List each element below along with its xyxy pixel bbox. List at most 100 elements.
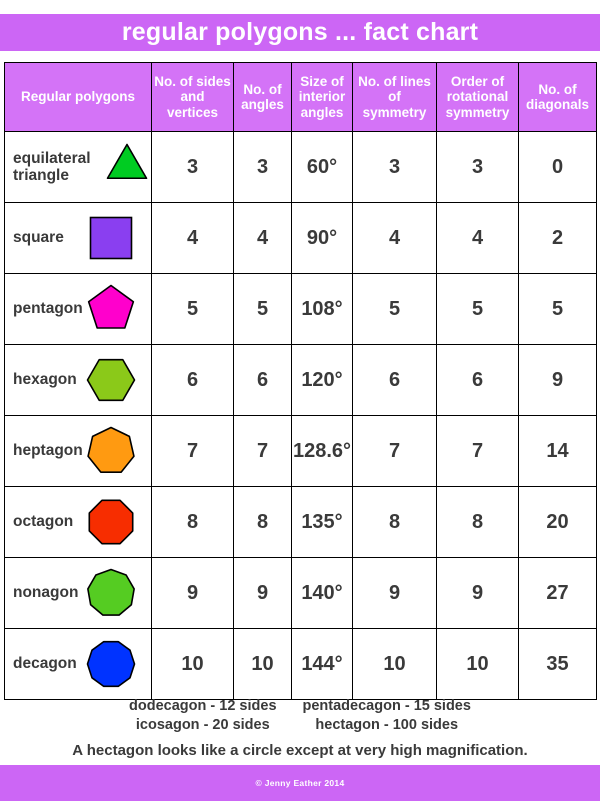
table-row: square 4 4 90° 4 4 2 xyxy=(4,202,597,274)
cell-lines-symmetry: 8 xyxy=(352,486,437,558)
hectagon-sentence: A hectagon looks like a circle except at… xyxy=(72,742,528,760)
cell-lines-symmetry: 7 xyxy=(352,415,437,487)
table-row: pentagon 5 5 108° 5 5 5 xyxy=(4,273,597,345)
polygon-name-shape-wrap: equilateral triangle xyxy=(13,132,148,202)
cell-diagonals: 9 xyxy=(518,344,597,416)
polygon-label: heptagon xyxy=(13,442,83,460)
polygon-name-cell: nonagon xyxy=(4,557,152,629)
polygon-name-cell: decagon xyxy=(4,628,152,700)
cell-sides-vertices: 6 xyxy=(151,344,234,416)
note-pentadecagon: pentadecagon - 15 sides xyxy=(302,698,471,714)
cell-interior-angle: 144° xyxy=(291,628,353,700)
column-header-rotational-symmetry: Order of rotational symmetry xyxy=(436,62,519,132)
column-header-angles: No. of angles xyxy=(233,62,292,132)
cell-interior-angle: 60° xyxy=(291,131,353,203)
column-header-interior-angle: Size of interior angles xyxy=(291,62,353,132)
cell-lines-symmetry: 9 xyxy=(352,557,437,629)
octagon-icon xyxy=(85,496,137,548)
polygon-name-shape-wrap: pentagon xyxy=(13,274,145,344)
cell-interior-angle: 140° xyxy=(291,557,353,629)
cell-sides-vertices: 8 xyxy=(151,486,234,558)
column-header-polygon: Regular polygons xyxy=(4,62,152,132)
polygon-name-cell: square xyxy=(4,202,152,274)
triangle-icon xyxy=(101,141,153,193)
table-row: heptagon 7 7 128.6° 7 7 14 xyxy=(4,415,597,487)
page-title: regular polygons ... fact chart xyxy=(121,18,479,46)
polygon-label: equilateral triangle xyxy=(13,149,91,184)
cell-sides-vertices: 5 xyxy=(151,273,234,345)
cell-rotational-symmetry: 4 xyxy=(436,202,519,274)
decagon-icon xyxy=(85,638,137,690)
polygon-fact-table: Regular polygons No. of sides and vertic… xyxy=(4,62,597,700)
cell-rotational-symmetry: 10 xyxy=(436,628,519,700)
nonagon-icon xyxy=(85,567,137,619)
cell-diagonals: 35 xyxy=(518,628,597,700)
chart-title-bar: regular polygons ... fact chart xyxy=(0,14,600,51)
polygon-name-shape-wrap: nonagon xyxy=(13,558,145,628)
table-header-row: Regular polygons No. of sides and vertic… xyxy=(4,62,597,132)
notes-column-right: pentadecagon - 15 sides hectagon - 100 s… xyxy=(303,697,471,735)
polygon-name-shape-wrap: heptagon xyxy=(13,416,145,486)
cell-rotational-symmetry: 7 xyxy=(436,415,519,487)
footer-bar: © Jenny Eather 2014 xyxy=(0,765,600,801)
polygon-label: square xyxy=(13,229,64,247)
cell-diagonals: 0 xyxy=(518,131,597,203)
cell-diagonals: 27 xyxy=(518,557,597,629)
cell-rotational-symmetry: 6 xyxy=(436,344,519,416)
cell-sides-vertices: 7 xyxy=(151,415,234,487)
cell-lines-symmetry: 10 xyxy=(352,628,437,700)
polygon-label: nonagon xyxy=(13,584,79,602)
hexagon-icon xyxy=(85,354,137,406)
cell-lines-symmetry: 3 xyxy=(352,131,437,203)
polygon-name-cell: hexagon xyxy=(4,344,152,416)
cell-angles: 9 xyxy=(233,557,292,629)
polygon-name-shape-wrap: square xyxy=(13,203,145,273)
polygon-name-shape-wrap: octagon xyxy=(13,487,145,557)
cell-interior-angle: 128.6° xyxy=(291,415,353,487)
cell-rotational-symmetry: 3 xyxy=(436,131,519,203)
column-header-lines-symmetry: No. of lines of symmetry xyxy=(352,62,437,132)
table-row: hexagon 6 6 120° 6 6 9 xyxy=(4,344,597,416)
cell-angles: 5 xyxy=(233,273,292,345)
cell-diagonals: 2 xyxy=(518,202,597,274)
column-header-diagonals: No. of diagonals xyxy=(518,62,597,132)
cell-interior-angle: 90° xyxy=(291,202,353,274)
notes-column-left: dodecagon - 12 sides icosagon - 20 sides xyxy=(129,697,276,735)
cell-diagonals: 14 xyxy=(518,415,597,487)
cell-rotational-symmetry: 5 xyxy=(436,273,519,345)
cell-interior-angle: 135° xyxy=(291,486,353,558)
cell-diagonals: 20 xyxy=(518,486,597,558)
cell-angles: 10 xyxy=(233,628,292,700)
cell-angles: 7 xyxy=(233,415,292,487)
column-header-sides-vertices: No. of sides and vertices xyxy=(151,62,234,132)
table-header: Regular polygons No. of sides and vertic… xyxy=(4,62,597,132)
square-icon xyxy=(85,212,137,264)
table-row: decagon 10 10 144° 10 10 35 xyxy=(4,628,597,700)
table-row: equilateral triangle 3 3 60° 3 3 0 xyxy=(4,131,597,203)
polygon-name-cell: pentagon xyxy=(4,273,152,345)
note-hectagon: hectagon - 100 sides xyxy=(315,717,459,734)
cell-sides-vertices: 10 xyxy=(151,628,234,700)
cell-angles: 6 xyxy=(233,344,292,416)
polygon-label: pentagon xyxy=(13,300,83,318)
pentagon-icon xyxy=(85,283,137,335)
extra-polygons-notes: dodecagon - 12 sides icosagon - 20 sides… xyxy=(0,697,600,761)
polygon-label: decagon xyxy=(13,655,77,673)
polygon-label: octagon xyxy=(13,513,74,531)
fact-chart-page: regular polygons ... fact chart Regular … xyxy=(0,0,600,801)
notes-columns: dodecagon - 12 sides icosagon - 20 sides… xyxy=(0,697,600,735)
polygon-name-cell: equilateral triangle xyxy=(4,131,152,203)
cell-angles: 4 xyxy=(233,202,292,274)
polygon-name-cell: heptagon xyxy=(4,415,152,487)
polygon-label: hexagon xyxy=(13,371,77,389)
cell-sides-vertices: 9 xyxy=(151,557,234,629)
polygon-name-shape-wrap: decagon xyxy=(13,629,145,699)
note-icosagon: icosagon - 20 sides xyxy=(135,717,270,734)
table-body: equilateral triangle 3 3 60° 3 3 0 square 4 4 90° 4… xyxy=(4,131,597,700)
cell-interior-angle: 108° xyxy=(291,273,353,345)
cell-sides-vertices: 3 xyxy=(151,131,234,203)
cell-lines-symmetry: 4 xyxy=(352,202,437,274)
cell-sides-vertices: 4 xyxy=(151,202,234,274)
note-dodecagon: dodecagon - 12 sides xyxy=(129,698,277,714)
cell-angles: 3 xyxy=(233,131,292,203)
